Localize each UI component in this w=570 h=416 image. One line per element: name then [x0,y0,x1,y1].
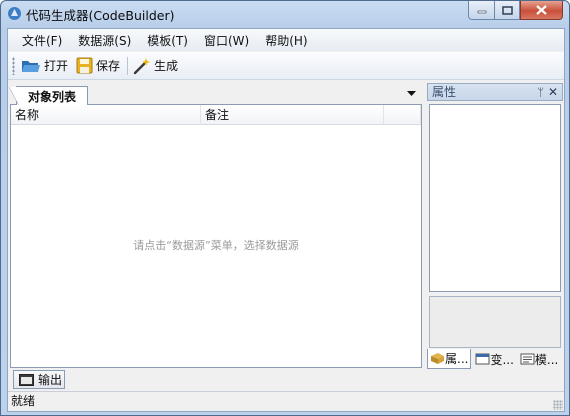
tab-object-list[interactable]: 对象列表 [9,86,88,106]
tab-variables-label: 变... [490,352,514,367]
resize-grip[interactable] [553,400,563,410]
document-area: 对象列表 名称 备注 请点击“数据源”菜单，选择数据源 [9,83,422,368]
tab-templates[interactable]: 模... [518,349,560,369]
tab-variables[interactable]: 变... [473,349,515,369]
side-panel-tabs: 属... 变... 模... [427,349,563,371]
generate-button[interactable]: 生成 [131,55,182,77]
magic-wand-icon [133,57,151,74]
template-tab-icon [520,353,535,365]
generate-label: 生成 [154,59,179,73]
property-grid[interactable] [429,104,561,292]
close-icon [536,5,547,15]
variable-tab-icon [475,353,490,365]
output-console-icon [19,373,34,386]
maximize-button[interactable] [494,1,520,20]
tab-output[interactable]: 输出 [13,370,65,389]
tab-object-list-label: 对象列表 [27,90,76,104]
properties-title-bar[interactable]: 属性 ᛘ ✕ [427,83,563,101]
property-tab-icon [431,353,444,364]
column-header-note[interactable]: 备注 [201,105,384,125]
save-button[interactable]: 保存 [74,55,124,77]
dropdown-arrow-icon [406,91,416,96]
toolbar-grip[interactable] [12,56,15,75]
title-bar[interactable]: 代码生成器(CodeBuilder) [1,1,569,25]
tab-properties-label: 属... [445,352,469,366]
app-icon [8,7,21,20]
column-header-name[interactable]: 名称 [11,105,201,125]
properties-panel: 属性 ᛘ ✕ 属... 变... 模... [427,83,563,391]
client-area: 文件(F) 数据源(S) 模板(T) 窗口(W) 帮助(H) 打开 保存 生成 … [7,28,565,412]
minimize-button[interactable] [468,1,494,20]
menu-template[interactable]: 模板(T) [139,30,196,51]
pin-icon[interactable]: ᛘ [537,85,544,101]
tab-output-label: 输出 [38,373,63,387]
maximize-icon [501,5,513,15]
panel-close-icon[interactable]: ✕ [548,84,558,100]
open-button[interactable]: 打开 [19,55,72,77]
list-header: 名称 备注 [11,105,421,125]
object-list[interactable]: 名称 备注 请点击“数据源”菜单，选择数据源 [10,105,422,368]
open-folder-icon [22,60,40,72]
status-text: 就绪 [11,394,36,408]
menu-help[interactable]: 帮助(H) [257,30,315,51]
save-label: 保存 [96,59,121,73]
menu-datasource[interactable]: 数据源(S) [70,30,139,51]
main-window: 代码生成器(CodeBuilder) 文件(F) 数据源(S) 模板(T) 窗口… [0,0,570,416]
menu-window[interactable]: 窗口(W) [196,30,257,51]
toolbar: 打开 保存 生成 [8,52,564,80]
close-button[interactable] [520,1,563,20]
toolbar-separator [127,56,129,75]
status-bar: 就绪 [8,391,564,411]
tab-templates-label: 模... [534,352,559,367]
save-disk-icon [76,57,93,74]
menu-bar: 文件(F) 数据源(S) 模板(T) 窗口(W) 帮助(H) [8,29,564,51]
minimize-icon [477,10,486,14]
property-description [429,296,561,348]
column-header-filler [384,105,421,125]
menu-file[interactable]: 文件(F) [14,30,70,51]
document-dropdown[interactable] [404,87,418,101]
properties-title: 属性 [432,85,457,99]
window-title: 代码生成器(CodeBuilder) [26,8,175,23]
open-label: 打开 [44,59,69,73]
empty-list-message: 请点击“数据源”菜单，选择数据源 [133,239,299,252]
caption-buttons [468,1,563,20]
tab-properties[interactable]: 属... [427,349,472,369]
bottom-tabs: 输出 [10,370,422,390]
document-tabstrip: 对象列表 [9,83,422,106]
